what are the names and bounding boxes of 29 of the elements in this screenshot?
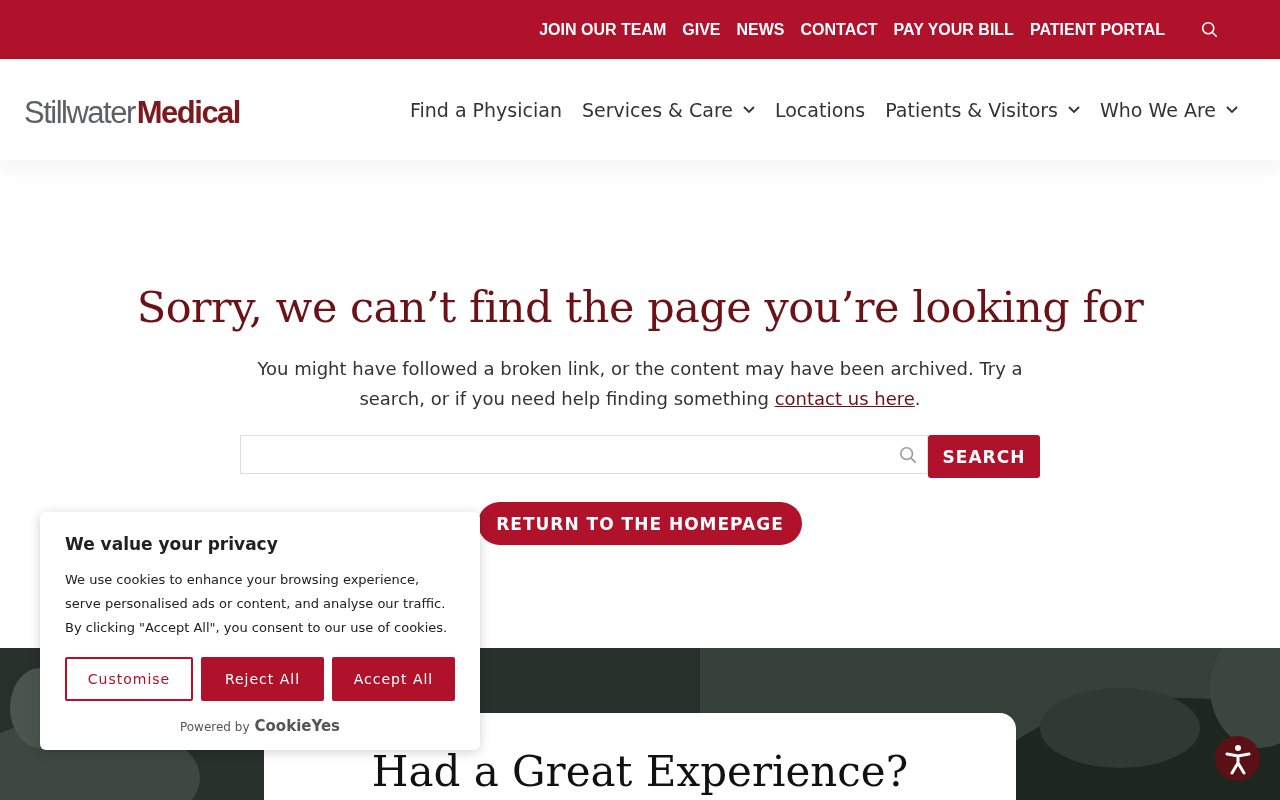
nav-link[interactable]: Find a Physician bbox=[409, 98, 562, 121]
nav-link[interactable]: Locations bbox=[774, 98, 866, 121]
accessibility-icon bbox=[1223, 742, 1252, 775]
top-bar-link[interactable]: PAY YOUR BILL bbox=[893, 20, 1014, 39]
nav-link[interactable]: Who We Are bbox=[1100, 98, 1238, 121]
cookie-text: We use cookies to enhance your browsing experience, serve personalised ads or content, and analyse our traffic. By clicking "Accept All", you consent to our use of cookies. bbox=[65, 571, 449, 637]
cookie-button[interactable]: Customise bbox=[65, 657, 193, 701]
feedback-heading: Had a Great Experience? bbox=[371, 751, 909, 798]
error-message: You might have followed a broken link, or the content may have been archived. Try a search, or if you need help finding something contact us here. bbox=[256, 357, 1024, 411]
search-icon[interactable] bbox=[1201, 21, 1218, 38]
top-bar-link[interactable]: PATIENT PORTAL bbox=[1029, 20, 1165, 39]
powered-by-text: Powered by bbox=[179, 720, 250, 734]
top-bar-link[interactable]: GIVE bbox=[682, 20, 721, 39]
cookie-title: We value your privacy bbox=[65, 534, 279, 554]
error-title: Sorry, we can’t find the page you’re looking for bbox=[136, 282, 1144, 332]
search-button[interactable]: SEARCH bbox=[928, 435, 1040, 478]
top-bar-link[interactable]: CONTACT bbox=[800, 20, 878, 39]
homepage-button[interactable]: RETURN TO THE HOMEPAGE bbox=[478, 502, 802, 545]
top-bar-link[interactable]: NEWS bbox=[736, 20, 785, 39]
search-icon bbox=[899, 445, 917, 464]
search-field[interactable] bbox=[240, 435, 928, 474]
top-bar-link[interactable]: JOIN OUR TEAM bbox=[539, 20, 667, 39]
nav-link[interactable]: Services & Care bbox=[581, 98, 755, 121]
logo[interactable]: StillwaterMedical bbox=[24, 94, 240, 131]
nav-link[interactable]: Patients & Visitors bbox=[885, 98, 1080, 121]
contact-link[interactable]: contact us here bbox=[774, 388, 915, 409]
cookieyes-logo[interactable]: CookieYes bbox=[254, 717, 341, 735]
cookie-button[interactable]: Reject All bbox=[201, 657, 324, 701]
cookie-button[interactable]: Accept All bbox=[332, 657, 455, 701]
